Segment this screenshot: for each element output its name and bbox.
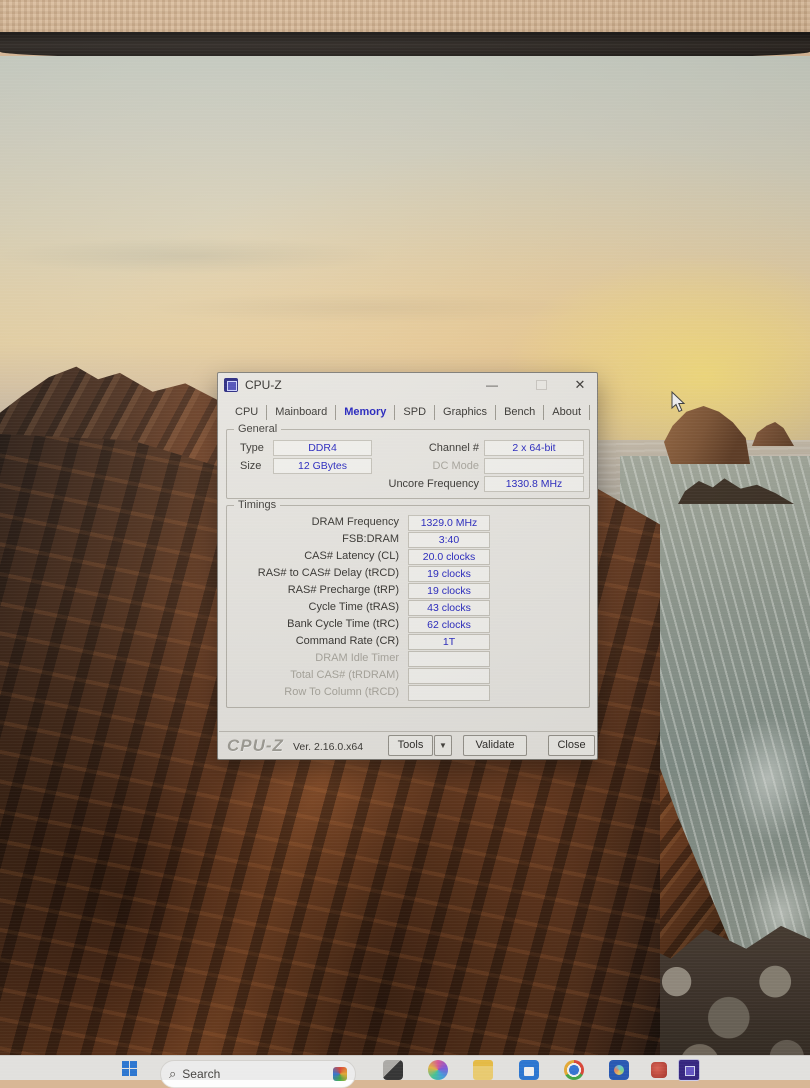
footer-bar: CPU-Z Ver. 2.16.0.x64 Tools ▼ Validate C… — [218, 735, 597, 759]
minimize-icon[interactable]: — — [484, 377, 500, 393]
size-label: Size — [240, 460, 261, 472]
tab-cpu[interactable]: CPU — [228, 404, 265, 421]
general-groupbox: General Type DDR4 Size 12 GBytes Channel… — [226, 429, 590, 499]
timing-field: 1329.0 MHz — [408, 515, 490, 531]
timing-row: Bank Cycle Time (tRC)62 clocks — [227, 617, 589, 633]
app-icon[interactable] — [651, 1062, 667, 1078]
microsoft-store-icon[interactable] — [519, 1060, 539, 1080]
version-text: Ver. 2.16.0.x64 — [293, 741, 363, 753]
tab-bar: CPU Mainboard Memory SPD Graphics Bench … — [228, 402, 591, 422]
tab-separator — [589, 405, 590, 420]
timing-field — [408, 668, 490, 684]
close-button[interactable]: Close — [548, 735, 595, 756]
timing-field: 62 clocks — [408, 617, 490, 633]
cpuz-app-icon — [224, 378, 238, 392]
timing-row: RAS# Precharge (tRP)19 clocks — [227, 583, 589, 599]
timing-field: 43 clocks — [408, 600, 490, 616]
dc-mode-label: DC Mode — [377, 460, 479, 472]
timing-field — [408, 651, 490, 667]
footer-divider — [219, 731, 597, 732]
channel-label: Channel # — [377, 442, 479, 454]
close-icon[interactable]: ✕ — [572, 377, 588, 393]
tab-memory[interactable]: Memory — [337, 404, 393, 421]
timing-row: FSB:DRAM3:40 — [227, 532, 589, 548]
title-bar[interactable]: CPU-Z — ✕ — [218, 373, 597, 398]
tab-separator — [543, 405, 544, 420]
search-placeholder: Search — [182, 1067, 327, 1081]
tab-mainboard[interactable]: Mainboard — [268, 404, 334, 421]
photos-icon[interactable] — [609, 1060, 629, 1080]
timing-row: Row To Column (tRCD) — [227, 685, 589, 701]
type-field: DDR4 — [273, 440, 372, 456]
timing-row: DRAM Frequency1329.0 MHz — [227, 515, 589, 531]
timing-field: 3:40 — [408, 532, 490, 548]
tab-separator — [495, 405, 496, 420]
chrome-icon[interactable] — [564, 1060, 584, 1080]
file-explorer-icon[interactable] — [473, 1060, 493, 1080]
tab-spd[interactable]: SPD — [396, 404, 433, 421]
timing-field: 1T — [408, 634, 490, 650]
cpuz-window: CPU-Z — ✕ CPU Mainboard Memory SPD Graph… — [217, 372, 598, 760]
timing-row: DRAM Idle Timer — [227, 651, 589, 667]
timing-row: Total CAS# (tRDRAM) — [227, 668, 589, 684]
tools-dropdown-icon[interactable]: ▼ — [434, 735, 452, 756]
timing-field: 19 clocks — [408, 583, 490, 599]
timings-legend: Timings — [234, 499, 280, 511]
timings-groupbox: Timings DRAM Frequency1329.0 MHz FSB:DRA… — [226, 505, 590, 708]
window-title: CPU-Z — [245, 378, 282, 392]
timing-row: Command Rate (CR)1T — [227, 634, 589, 650]
type-label: Type — [240, 442, 264, 454]
copilot-icon[interactable] — [428, 1060, 448, 1080]
timing-field: 19 clocks — [408, 566, 490, 582]
tab-separator — [394, 405, 395, 420]
search-highlight-icon — [333, 1067, 347, 1081]
taskbar: ⌕ Search — [0, 1055, 810, 1080]
timing-field: 20.0 clocks — [408, 549, 490, 565]
timing-field — [408, 685, 490, 701]
channel-field: 2 x 64-bit — [484, 440, 584, 456]
windows-start-icon[interactable] — [122, 1061, 137, 1076]
validate-button[interactable]: Validate — [463, 735, 527, 756]
tab-separator — [335, 405, 336, 420]
tab-separator — [434, 405, 435, 420]
search-input[interactable]: ⌕ Search — [160, 1060, 356, 1088]
tools-button[interactable]: Tools — [388, 735, 433, 756]
general-legend: General — [234, 423, 281, 435]
tab-separator — [266, 405, 267, 420]
timing-row: RAS# to CAS# Delay (tRCD)19 clocks — [227, 566, 589, 582]
timing-row: Cycle Time (tRAS)43 clocks — [227, 600, 589, 616]
cpuz-logo: CPU-Z — [227, 736, 284, 756]
mouse-cursor — [671, 391, 687, 413]
dc-mode-field — [484, 458, 584, 474]
tab-about[interactable]: About — [545, 404, 588, 421]
cpuz-taskbar-icon[interactable] — [678, 1059, 700, 1081]
uncore-frequency-field: 1330.8 MHz — [484, 476, 584, 492]
uncore-frequency-label: Uncore Frequency — [347, 478, 479, 490]
screen-clip-icon[interactable] — [383, 1060, 403, 1080]
size-field: 12 GBytes — [273, 458, 372, 474]
timing-row: CAS# Latency (CL)20.0 clocks — [227, 549, 589, 565]
tab-graphics[interactable]: Graphics — [436, 404, 494, 421]
tab-bench[interactable]: Bench — [497, 404, 542, 421]
maximize-icon[interactable] — [536, 380, 547, 390]
